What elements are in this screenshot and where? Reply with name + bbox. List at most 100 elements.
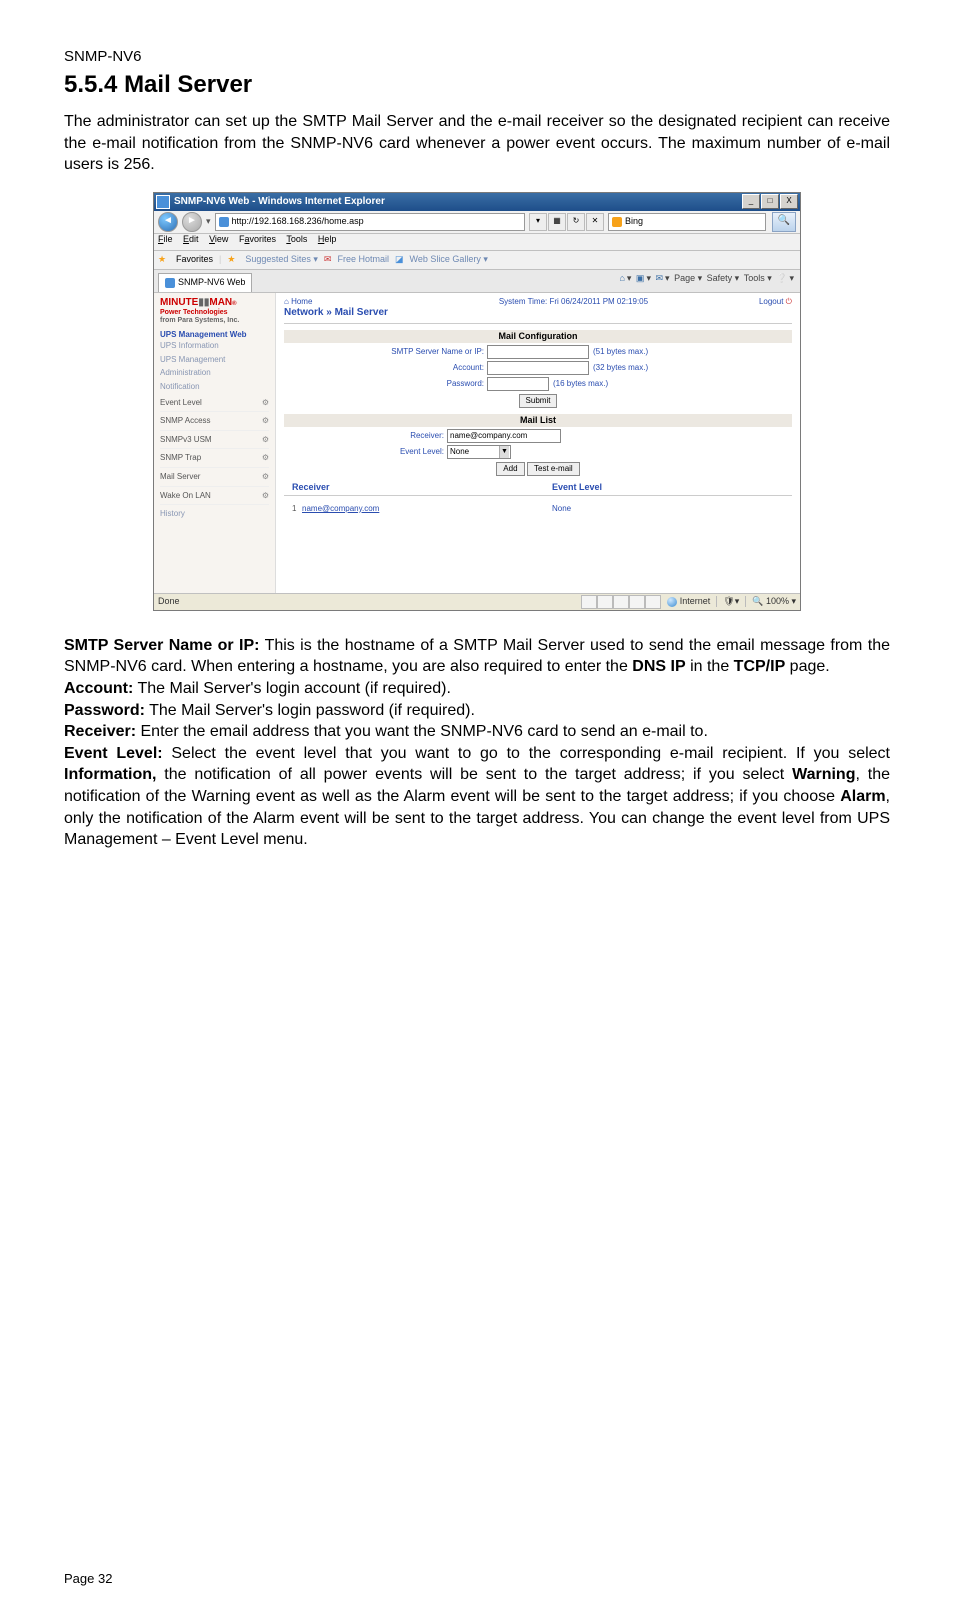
- menu-view[interactable]: View: [209, 234, 228, 244]
- gear-icon: ⚙: [262, 472, 269, 482]
- subnav-event-level[interactable]: Event Level⚙: [160, 394, 269, 413]
- home-icon[interactable]: ⌂: [619, 273, 624, 283]
- nav-heading: UPS Management Web: [160, 330, 269, 340]
- def-account-label: Account:: [64, 680, 133, 697]
- logout-link[interactable]: Logout ⏻: [759, 297, 792, 307]
- def-tcpip: TCP/IP: [734, 658, 786, 675]
- nav-administration[interactable]: Administration: [160, 366, 269, 380]
- def-receiver-label: Receiver:: [64, 723, 136, 740]
- mail-list-heading: Mail List: [284, 414, 792, 427]
- stop-icon[interactable]: ✕: [586, 213, 604, 231]
- password-hint: (16 bytes max.): [553, 379, 608, 389]
- forward-button[interactable]: ►: [182, 212, 202, 232]
- globe-icon: [667, 597, 677, 607]
- menu-file[interactable]: File: [158, 234, 173, 244]
- url-text: http://192.168.168.236/home.asp: [232, 216, 364, 227]
- free-hotmail-link[interactable]: Free Hotmail: [337, 254, 389, 265]
- row-event-level: None: [552, 504, 571, 514]
- status-zone: Internet: [680, 596, 711, 607]
- section-title: Mail Server: [124, 71, 252, 98]
- submit-button[interactable]: Submit: [519, 394, 558, 408]
- gear-icon: ⚙: [262, 398, 269, 408]
- brand-sub1: Power Technologies: [160, 309, 269, 317]
- window-title: SNMP-NV6 Web - Windows Internet Explorer: [174, 196, 742, 208]
- gear-icon: ⚙: [262, 453, 269, 463]
- nav-ups-management[interactable]: UPS Management: [160, 353, 269, 367]
- browser-window: SNMP-NV6 Web - Windows Internet Explorer…: [153, 192, 801, 611]
- smtp-input[interactable]: [487, 345, 589, 359]
- row-index: 1: [292, 504, 302, 514]
- feeds-icon[interactable]: ▣: [636, 273, 645, 283]
- page-menu[interactable]: Page ▾: [674, 273, 702, 283]
- section-heading: 5.5.4 Mail Server: [64, 71, 890, 99]
- nav-notification[interactable]: Notification: [160, 380, 269, 394]
- close-button[interactable]: X: [780, 194, 798, 209]
- suggested-icon: ★: [227, 254, 239, 266]
- favorites-star-icon[interactable]: ★: [158, 254, 170, 266]
- add-button[interactable]: Add: [496, 462, 524, 476]
- status-done: Done: [158, 596, 581, 607]
- search-button[interactable]: 🔍: [772, 212, 796, 232]
- row-receiver-link[interactable]: name@company.com: [302, 504, 552, 514]
- nav-ups-information[interactable]: UPS Information: [160, 339, 269, 353]
- ie-icon: [156, 195, 170, 209]
- refresh-icon[interactable]: ↻: [567, 213, 585, 231]
- favorites-label[interactable]: Favorites: [176, 254, 213, 265]
- addr-drop-icon[interactable]: ▾: [529, 213, 547, 231]
- list-row: 1 name@company.com None: [284, 502, 792, 516]
- password-input[interactable]: [487, 377, 549, 391]
- def-event-label: Event Level:: [64, 745, 163, 762]
- menu-edit[interactable]: Edit: [183, 234, 199, 244]
- minimize-button[interactable]: _: [742, 194, 760, 209]
- zoom-level[interactable]: 🔍 100% ▾: [745, 596, 796, 607]
- page-content: MINUTE▮▮MAN® Power Technologies from Par…: [154, 293, 800, 593]
- protected-mode-icon[interactable]: 🛡▾: [716, 596, 739, 607]
- compat-view-icon[interactable]: ▦: [548, 213, 566, 231]
- search-box[interactable]: Bing: [608, 213, 766, 231]
- section-number: 5.5.4: [64, 71, 117, 98]
- back-button[interactable]: ◄: [158, 212, 178, 232]
- home-link[interactable]: ⌂ Home: [284, 297, 388, 307]
- web-slice-link[interactable]: Web Slice Gallery ▾: [410, 254, 488, 265]
- suggested-sites-link[interactable]: Suggested Sites ▾: [245, 254, 318, 265]
- def-event-text-b: the notification of all power events wil…: [156, 766, 792, 783]
- command-bar: ⌂▾ ▣▾ ✉▾ Page ▾ Safety ▾ Tools ▾ ❔▾: [617, 273, 794, 284]
- account-input[interactable]: [487, 361, 589, 375]
- subnav-snmp-trap[interactable]: SNMP Trap⚙: [160, 449, 269, 468]
- subnav-snmpv3-usm[interactable]: SNMPv3 USM⚙: [160, 431, 269, 450]
- logout-icon: ⏻: [786, 297, 792, 306]
- subnav-mail-server[interactable]: Mail Server⚙: [160, 468, 269, 487]
- mail-icon[interactable]: ✉: [655, 273, 663, 283]
- tab-snmp-web[interactable]: SNMP-NV6 Web: [158, 273, 252, 292]
- subnav-wake-on-lan[interactable]: Wake On LAN⚙: [160, 487, 269, 506]
- menu-bar: File Edit View Favorites Tools Help: [154, 234, 800, 251]
- history-dropdown-icon[interactable]: ▾: [206, 216, 211, 227]
- help-icon[interactable]: ❔: [776, 273, 787, 283]
- menu-favorites[interactable]: Favorites: [239, 234, 276, 244]
- tab-label: SNMP-NV6 Web: [178, 277, 245, 288]
- main-panel: ⌂ Home Network » Mail Server System Time…: [276, 293, 800, 593]
- nav-toolbar: ◄ ► ▾ http://192.168.168.236/home.asp ▾ …: [154, 211, 800, 234]
- tab-favicon: [165, 278, 175, 288]
- menu-help[interactable]: Help: [318, 234, 337, 244]
- smtp-label: SMTP Server Name or IP:: [284, 347, 487, 357]
- doc-product: SNMP-NV6: [64, 48, 890, 65]
- safety-menu[interactable]: Safety ▾: [707, 273, 740, 283]
- maximize-button[interactable]: □: [761, 194, 779, 209]
- tools-menu[interactable]: Tools ▾: [744, 273, 772, 283]
- nav-history[interactable]: History: [160, 505, 269, 523]
- test-email-button[interactable]: Test e-mail: [527, 462, 580, 476]
- subnav-snmp-access[interactable]: SNMP Access⚙: [160, 412, 269, 431]
- address-bar[interactable]: http://192.168.168.236/home.asp: [215, 213, 525, 231]
- brand-part1: MINUTE: [160, 297, 198, 308]
- def-smtp-text3: page.: [785, 658, 829, 675]
- event-level-label: Event Level:: [284, 447, 447, 457]
- def-warning: Warning: [792, 766, 855, 783]
- menu-tools[interactable]: Tools: [286, 234, 307, 244]
- event-level-select[interactable]: None: [447, 445, 511, 459]
- receiver-input[interactable]: name@company.com: [447, 429, 561, 443]
- def-dns-ip: DNS IP: [632, 658, 685, 675]
- smtp-hint: (51 bytes max.): [593, 347, 648, 357]
- window-titlebar: SNMP-NV6 Web - Windows Internet Explorer…: [154, 193, 800, 211]
- system-time: System Time: Fri 06/24/2011 PM 02:19:05: [499, 297, 648, 307]
